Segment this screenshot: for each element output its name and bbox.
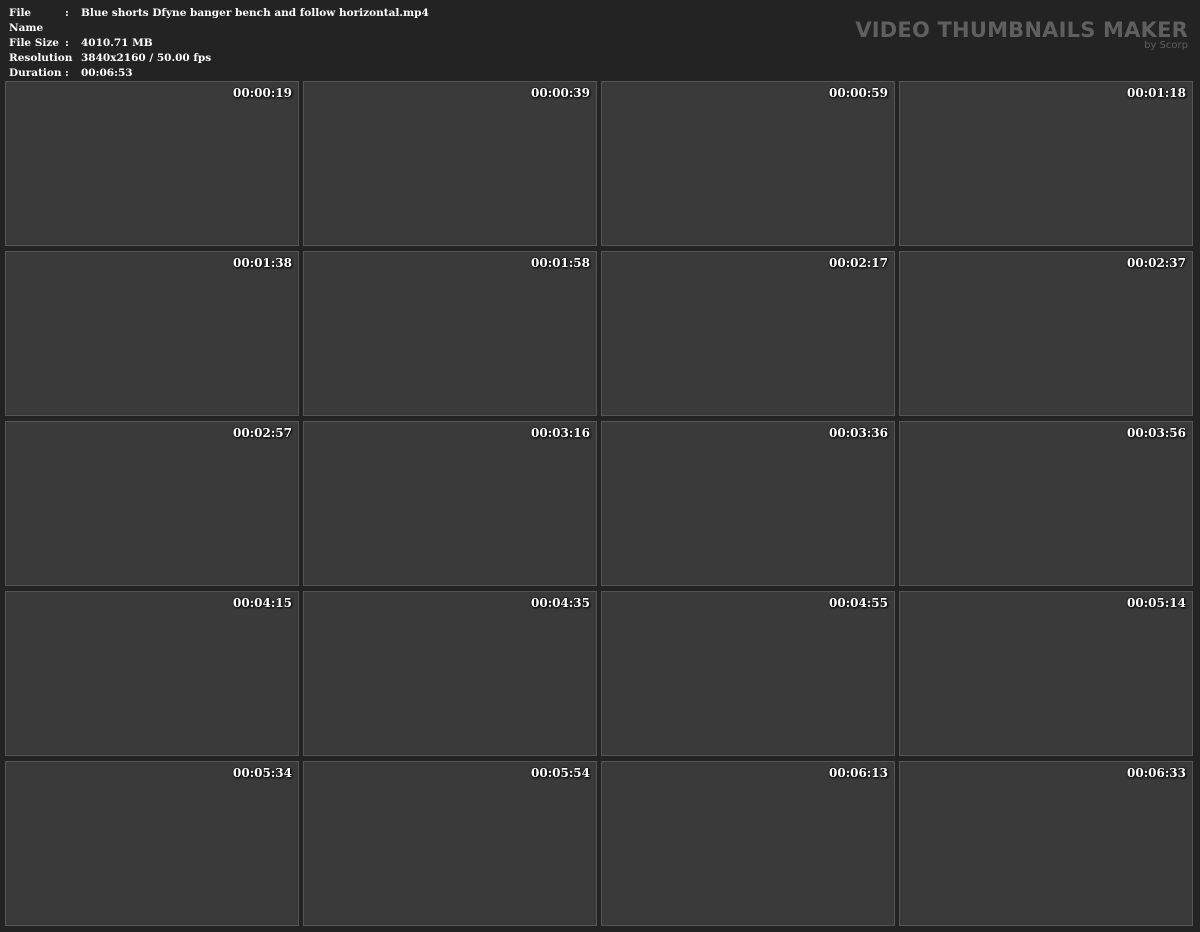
thumbnail-tile: 00:05:34 (5, 761, 299, 926)
info-separator: : (65, 37, 69, 49)
thumbnail-timestamp: 00:00:19 (233, 86, 292, 100)
thumbnail-timestamp: 00:04:35 (531, 596, 590, 610)
thumbnail-timestamp: 00:02:17 (829, 256, 888, 270)
thumbnail-timestamp: 00:04:55 (829, 596, 888, 610)
info-value: 00:06:53 (81, 67, 133, 79)
thumbnail-tile: 00:00:59 (601, 81, 895, 246)
thumbnail-tile: 00:02:37 (899, 251, 1193, 416)
watermark-title: VIDEO THUMBNAILS MAKER (855, 18, 1188, 42)
thumbnail-timestamp: 00:02:57 (233, 426, 292, 440)
thumbnail-timestamp: 00:00:59 (829, 86, 888, 100)
thumbnail-timestamp: 00:05:34 (233, 766, 292, 780)
thumbnail-tile: 00:06:13 (601, 761, 895, 926)
thumbnail-grid: 00:00:19 00:00:39 00:00:59 00:01:18 00:0… (5, 81, 1193, 926)
info-row-file-size: File Size : 4010.71 MB (9, 36, 429, 51)
thumbnail-tile: 00:03:16 (303, 421, 597, 586)
info-row-file-name: File Name : Blue shorts Dfyne banger ben… (9, 6, 429, 36)
thumbnail-tile: 00:02:17 (601, 251, 895, 416)
thumbnail-timestamp: 00:06:33 (1127, 766, 1186, 780)
thumbnail-tile: 00:05:14 (899, 591, 1193, 756)
thumbnail-timestamp: 00:05:14 (1127, 596, 1186, 610)
thumbnail-timestamp: 00:01:58 (531, 256, 590, 270)
thumbnail-tile: 00:06:33 (899, 761, 1193, 926)
thumbnail-tile: 00:05:54 (303, 761, 597, 926)
info-separator: : (65, 67, 69, 79)
info-value: Blue shorts Dfyne banger bench and follo… (81, 7, 429, 19)
thumbnail-tile: 00:03:36 (601, 421, 895, 586)
thumbnail-timestamp: 00:04:15 (233, 596, 292, 610)
thumbnail-timestamp: 00:00:39 (531, 86, 590, 100)
thumbnail-timestamp: 00:03:36 (829, 426, 888, 440)
thumbnail-tile: 00:03:56 (899, 421, 1193, 586)
thumbnail-timestamp: 00:03:56 (1127, 426, 1186, 440)
thumbnail-tile: 00:01:18 (899, 81, 1193, 246)
info-key: Resolution (9, 52, 73, 64)
info-key: File Name (9, 7, 44, 34)
thumbnail-tile: 00:04:35 (303, 591, 597, 756)
thumbnail-timestamp: 00:03:16 (531, 426, 590, 440)
info-row-resolution: Resolution : 3840x2160 / 50.00 fps (9, 51, 429, 66)
thumbnail-tile: 00:04:55 (601, 591, 895, 756)
thumbnail-timestamp: 00:02:37 (1127, 256, 1186, 270)
info-separator: : (65, 7, 69, 19)
info-row-duration: Duration : 00:06:53 (9, 66, 429, 81)
thumbnail-tile: 00:00:19 (5, 81, 299, 246)
info-value: 3840x2160 / 50.00 fps (81, 52, 212, 64)
info-value: 4010.71 MB (81, 37, 153, 49)
thumbnail-timestamp: 00:06:13 (829, 766, 888, 780)
app-watermark: VIDEO THUMBNAILS MAKER by Scorp (855, 18, 1188, 51)
thumbnail-tile: 00:01:38 (5, 251, 299, 416)
thumbnail-tile: 00:00:39 (303, 81, 597, 246)
thumbnail-timestamp: 00:05:54 (531, 766, 590, 780)
thumbnail-timestamp: 00:01:18 (1127, 86, 1186, 100)
info-key: File Size (9, 37, 59, 49)
thumbnail-timestamp: 00:01:38 (233, 256, 292, 270)
info-key: Duration (9, 67, 62, 79)
thumbnail-tile: 00:02:57 (5, 421, 299, 586)
thumbnail-tile: 00:04:15 (5, 591, 299, 756)
thumbnail-tile: 00:01:58 (303, 251, 597, 416)
info-separator: : (65, 52, 69, 64)
